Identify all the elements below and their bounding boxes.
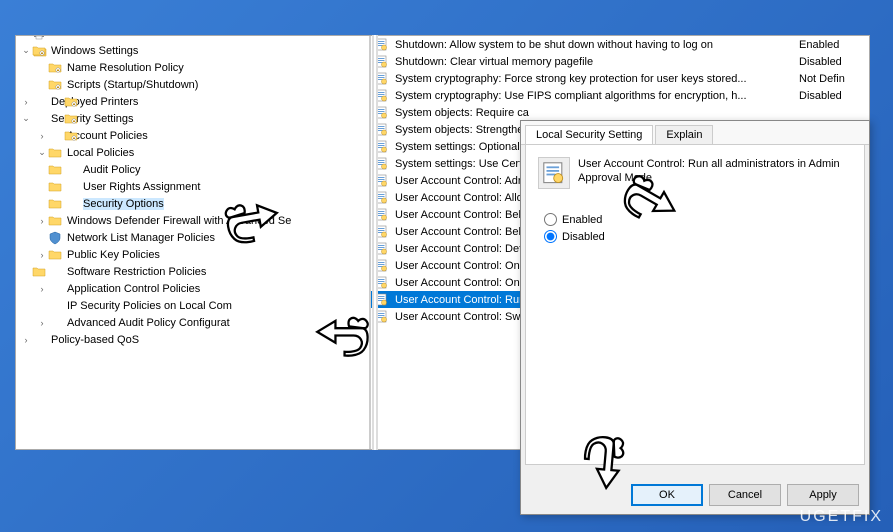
tree-label: User Rights Assignment — [83, 181, 200, 193]
radio-enabled-label: Enabled — [562, 214, 602, 226]
tree-label: Application Control Policies — [67, 283, 200, 295]
ok-button[interactable]: OK — [631, 484, 703, 506]
tree-policy-based[interactable]: › Policy-based QoS — [20, 331, 365, 348]
policy-row[interactable]: Shutdown: Allow system to be shut down w… — [371, 36, 869, 53]
tree-label: Name Resolution Policy — [67, 62, 184, 74]
folder-icon — [48, 316, 64, 330]
splitter[interactable] — [372, 35, 378, 450]
tree-defender-firewall[interactable]: › Windows Defender Firewall with Advance… — [20, 212, 365, 229]
tree-label: Software Restriction Policies — [67, 266, 206, 278]
tree-label: IP Security Policies on Local Com — [67, 300, 232, 312]
watermark: UGETFIX — [800, 508, 883, 526]
policy-state-label: Enabled — [799, 39, 869, 51]
tab-explain[interactable]: Explain — [655, 125, 713, 144]
tree-public-key[interactable]: › Public Key Policies — [20, 246, 365, 263]
tree-label: Audit Policy — [83, 164, 140, 176]
tree-label: Public Key Policies — [67, 249, 160, 261]
policy-name-label: System cryptography: Use FIPS compliant … — [395, 90, 799, 102]
policy-state-label: Not Defin — [799, 73, 869, 85]
radio-disabled[interactable]: Disabled — [544, 230, 852, 243]
policy-name-label: Shutdown: Clear virtual memory pagefile — [395, 56, 799, 68]
tree-scripts[interactable]: Scripts (Startup/Shutdown) — [20, 76, 365, 93]
tree-label: Security Options — [83, 198, 164, 210]
policy-row[interactable]: Shutdown: Clear virtual memory pagefileD… — [371, 53, 869, 70]
tree-label: Policy-based QoS — [51, 334, 139, 346]
radio-disabled-input[interactable] — [544, 230, 557, 243]
tree-label: Windows Defender Firewall with Advanced … — [67, 215, 291, 227]
policy-row[interactable]: System objects: Require ca — [371, 104, 869, 121]
radio-enabled-input[interactable] — [544, 213, 557, 226]
policy-state-label: Disabled — [799, 56, 869, 68]
dialog-body: User Account Control: Run all administra… — [525, 145, 865, 465]
tree-panel: ⌄ Windows Settings Name Resolution Polic… — [16, 36, 371, 449]
tab-local-security-setting[interactable]: Local Security Setting — [525, 125, 653, 144]
tree-application-control[interactable]: › Application Control Policies — [20, 280, 365, 297]
policy-large-icon — [538, 157, 570, 189]
folder-lock-icon — [64, 197, 80, 211]
policy-row[interactable]: System cryptography: Force strong key pr… — [371, 70, 869, 87]
policy-name-label: Shutdown: Allow system to be shut down w… — [395, 39, 799, 51]
dialog-tabs: Local Security Setting Explain — [521, 121, 869, 145]
tree-windows-settings[interactable]: ⌄ Windows Settings — [20, 42, 365, 59]
tree-software-restriction[interactable]: › Software Restriction Policies — [20, 263, 365, 280]
radio-disabled-label: Disabled — [562, 231, 605, 243]
radio-enabled[interactable]: Enabled — [544, 213, 852, 226]
tree-label: Network List Manager Policies — [67, 232, 215, 244]
tree-network-list[interactable]: Network List Manager Policies — [20, 229, 365, 246]
policy-row[interactable]: System cryptography: Use FIPS compliant … — [371, 87, 869, 104]
cancel-button[interactable]: Cancel — [709, 484, 781, 506]
folder-lock-icon — [32, 112, 48, 126]
tree-security-options[interactable]: › Security Options — [20, 195, 365, 212]
policy-name-label: System objects: Require ca — [395, 107, 799, 119]
properties-dialog: Local Security Setting Explain User Acco… — [520, 120, 870, 515]
tree-label: Windows Settings — [51, 45, 138, 57]
tree-advanced-audit[interactable]: › Advanced Audit Policy Configurat — [20, 314, 365, 331]
tree-ip-security[interactable]: IP Security Policies on Local Com — [20, 297, 365, 314]
tree-label: Scripts (Startup/Shutdown) — [67, 79, 198, 91]
dialog-policy-title: User Account Control: Run all administra… — [578, 157, 852, 186]
policy-state-label: Disabled — [799, 90, 869, 102]
apply-button[interactable]: Apply — [787, 484, 859, 506]
policy-name-label: System cryptography: Force strong key pr… — [395, 73, 799, 85]
tree-label: Advanced Audit Policy Configurat — [67, 317, 230, 329]
tree-name-resolution[interactable]: Name Resolution Policy — [20, 59, 365, 76]
folder-icon — [32, 333, 48, 347]
